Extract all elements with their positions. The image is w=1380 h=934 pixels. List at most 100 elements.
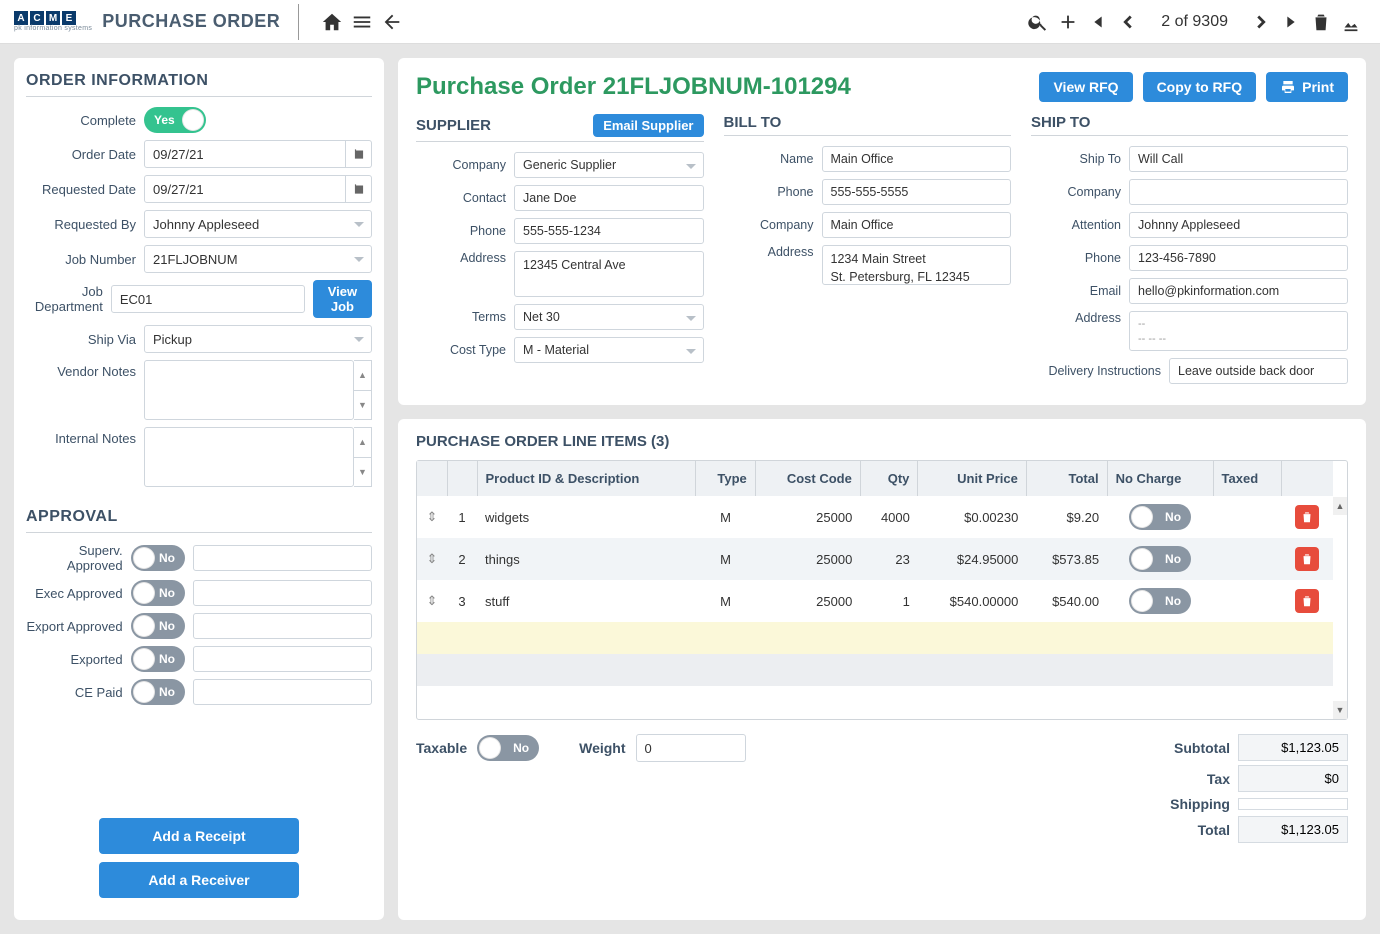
calendar-icon[interactable] bbox=[346, 140, 372, 168]
search-icon[interactable] bbox=[1023, 7, 1053, 37]
brand-logo: A C M E pk information systems bbox=[14, 11, 92, 32]
home-icon[interactable] bbox=[317, 7, 347, 37]
scroll-up-icon[interactable]: ▲ bbox=[1333, 497, 1347, 515]
drag-handle-icon[interactable]: ⇕ bbox=[417, 538, 447, 580]
email-supplier-button[interactable]: Email Supplier bbox=[593, 114, 703, 137]
job-number-input[interactable] bbox=[144, 245, 372, 273]
approval-toggle[interactable]: No bbox=[131, 679, 185, 705]
shipping-value[interactable] bbox=[1238, 798, 1348, 810]
supplier-company-input[interactable] bbox=[514, 152, 704, 178]
complete-toggle[interactable]: Yes bbox=[144, 107, 206, 133]
row-desc[interactable]: stuff bbox=[477, 580, 696, 622]
tax-value: $0 bbox=[1238, 765, 1348, 792]
shipto-email-label: Email bbox=[1031, 284, 1121, 298]
nocharge-toggle[interactable]: No bbox=[1129, 588, 1191, 614]
requested-date-input[interactable] bbox=[144, 175, 346, 203]
scroll-up-icon[interactable]: ▲ bbox=[354, 361, 371, 391]
menu-icon[interactable] bbox=[347, 7, 377, 37]
table-row[interactable]: ⇕ 1 widgets M 25000 4000 $0.00230 $9.20 … bbox=[417, 496, 1333, 538]
copy-rfq-button[interactable]: Copy to RFQ bbox=[1143, 72, 1257, 102]
delivery-instructions-input[interactable] bbox=[1169, 358, 1348, 384]
column-header: Product ID & Description bbox=[477, 461, 696, 496]
billto-name-input[interactable] bbox=[822, 146, 1012, 172]
row-qty[interactable]: 23 bbox=[860, 538, 918, 580]
supplier-contact-input[interactable] bbox=[514, 185, 704, 211]
nocharge-toggle[interactable]: No bbox=[1129, 546, 1191, 572]
taxable-label: Taxable bbox=[416, 740, 467, 756]
total-value: $1,123.05 bbox=[1238, 816, 1348, 843]
vendor-notes-input[interactable] bbox=[144, 360, 354, 420]
supplier-costtype-input[interactable] bbox=[514, 337, 704, 363]
supplier-phone-input[interactable] bbox=[514, 218, 704, 244]
column-header: Cost Code bbox=[755, 461, 860, 496]
approval-toggle[interactable]: No bbox=[131, 580, 185, 606]
back-icon[interactable] bbox=[377, 7, 407, 37]
approval-input[interactable] bbox=[193, 545, 372, 571]
delete-row-icon[interactable] bbox=[1295, 547, 1319, 571]
drag-handle-icon[interactable]: ⇕ bbox=[417, 496, 447, 538]
calendar-icon[interactable] bbox=[346, 175, 372, 203]
weight-input[interactable] bbox=[636, 734, 746, 762]
approval-input[interactable] bbox=[193, 679, 372, 705]
billto-phone-input[interactable] bbox=[822, 179, 1012, 205]
approval-input[interactable] bbox=[193, 613, 372, 639]
print-button[interactable]: Print bbox=[1266, 72, 1348, 102]
row-desc[interactable]: widgets bbox=[477, 496, 696, 538]
delete-row-icon[interactable] bbox=[1295, 505, 1319, 529]
row-price[interactable]: $540.00000 bbox=[918, 580, 1026, 622]
requested-by-input[interactable] bbox=[144, 210, 372, 238]
delete-row-icon[interactable] bbox=[1295, 589, 1319, 613]
row-qty[interactable]: 1 bbox=[860, 580, 918, 622]
internal-notes-input[interactable] bbox=[144, 427, 354, 487]
scroll-down-icon[interactable]: ▼ bbox=[1333, 701, 1347, 719]
prev-page-icon[interactable] bbox=[1113, 7, 1143, 37]
row-price[interactable]: $0.00230 bbox=[918, 496, 1026, 538]
approval-label: Exec Approved bbox=[26, 586, 123, 601]
row-type: M bbox=[696, 580, 755, 622]
first-page-icon[interactable] bbox=[1083, 7, 1113, 37]
approval-toggle[interactable]: No bbox=[131, 545, 185, 571]
add-receiver-button[interactable]: Add a Receiver bbox=[99, 862, 299, 898]
last-page-icon[interactable] bbox=[1276, 7, 1306, 37]
ship-via-input[interactable] bbox=[144, 325, 372, 353]
logo-letter: C bbox=[30, 11, 44, 25]
export-icon[interactable] bbox=[1336, 7, 1366, 37]
add-icon[interactable] bbox=[1053, 7, 1083, 37]
row-qty[interactable]: 4000 bbox=[860, 496, 918, 538]
table-row[interactable]: ⇕ 3 stuff M 25000 1 $540.00000 $540.00 N… bbox=[417, 580, 1333, 622]
approval-toggle[interactable]: No bbox=[131, 613, 185, 639]
billto-company-input[interactable] bbox=[822, 212, 1012, 238]
table-row[interactable]: ⇕ 2 things M 25000 23 $24.95000 $573.85 … bbox=[417, 538, 1333, 580]
shipping-label: Shipping bbox=[1150, 796, 1230, 812]
supplier-costtype-label: Cost Type bbox=[416, 343, 506, 357]
next-page-icon[interactable] bbox=[1246, 7, 1276, 37]
shipto-address-input[interactable]: -- -- -- -- bbox=[1129, 311, 1348, 351]
shipto-input[interactable] bbox=[1129, 146, 1348, 172]
subtotal-label: Subtotal bbox=[1150, 740, 1230, 756]
delete-icon[interactable] bbox=[1306, 7, 1336, 37]
nocharge-toggle[interactable]: No bbox=[1129, 504, 1191, 530]
row-desc[interactable]: things bbox=[477, 538, 696, 580]
drag-handle-icon[interactable]: ⇕ bbox=[417, 580, 447, 622]
scroll-up-icon[interactable]: ▲ bbox=[354, 428, 371, 458]
view-rfq-button[interactable]: View RFQ bbox=[1039, 72, 1132, 102]
supplier-address-input[interactable]: 12345 Central Ave bbox=[514, 251, 704, 297]
order-date-input[interactable] bbox=[144, 140, 346, 168]
add-receipt-button[interactable]: Add a Receipt bbox=[99, 818, 299, 854]
shipto-phone-input[interactable] bbox=[1129, 245, 1348, 271]
view-job-button[interactable]: View Job bbox=[313, 280, 372, 318]
approval-toggle[interactable]: No bbox=[131, 646, 185, 672]
taxable-toggle[interactable]: No bbox=[477, 735, 539, 761]
scroll-down-icon[interactable]: ▼ bbox=[354, 458, 371, 487]
job-dept-input[interactable] bbox=[111, 285, 305, 313]
supplier-terms-input[interactable] bbox=[514, 304, 704, 330]
shipto-attention-input[interactable] bbox=[1129, 212, 1348, 238]
billto-address-input[interactable]: 1234 Main Street St. Petersburg, FL 1234… bbox=[822, 245, 1012, 285]
approval-input[interactable] bbox=[193, 580, 372, 606]
approval-input[interactable] bbox=[193, 646, 372, 672]
shipto-email-input[interactable] bbox=[1129, 278, 1348, 304]
tax-label: Tax bbox=[1150, 771, 1230, 787]
shipto-company-input[interactable] bbox=[1129, 179, 1348, 205]
row-price[interactable]: $24.95000 bbox=[918, 538, 1026, 580]
scroll-down-icon[interactable]: ▼ bbox=[354, 391, 371, 420]
